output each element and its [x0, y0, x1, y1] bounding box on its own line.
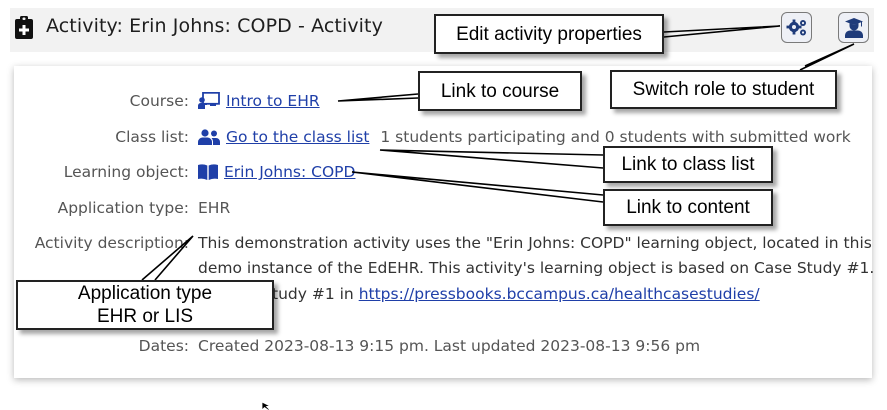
callout-link-to-course: Link to course	[418, 71, 582, 111]
callout-application-type-line-2: EHR or LIS	[96, 306, 194, 327]
callout-link-to-classlist: Link to class list	[603, 146, 773, 183]
callout-link-to-content: Link to content	[603, 189, 773, 226]
callout-switch-role: Switch role to student	[610, 70, 837, 109]
callout-application-type: Application type EHR or LIS	[16, 280, 274, 330]
callout-application-type-line-1: Application type	[77, 283, 213, 304]
callout-edit-activity-properties: Edit activity properties	[434, 14, 664, 54]
